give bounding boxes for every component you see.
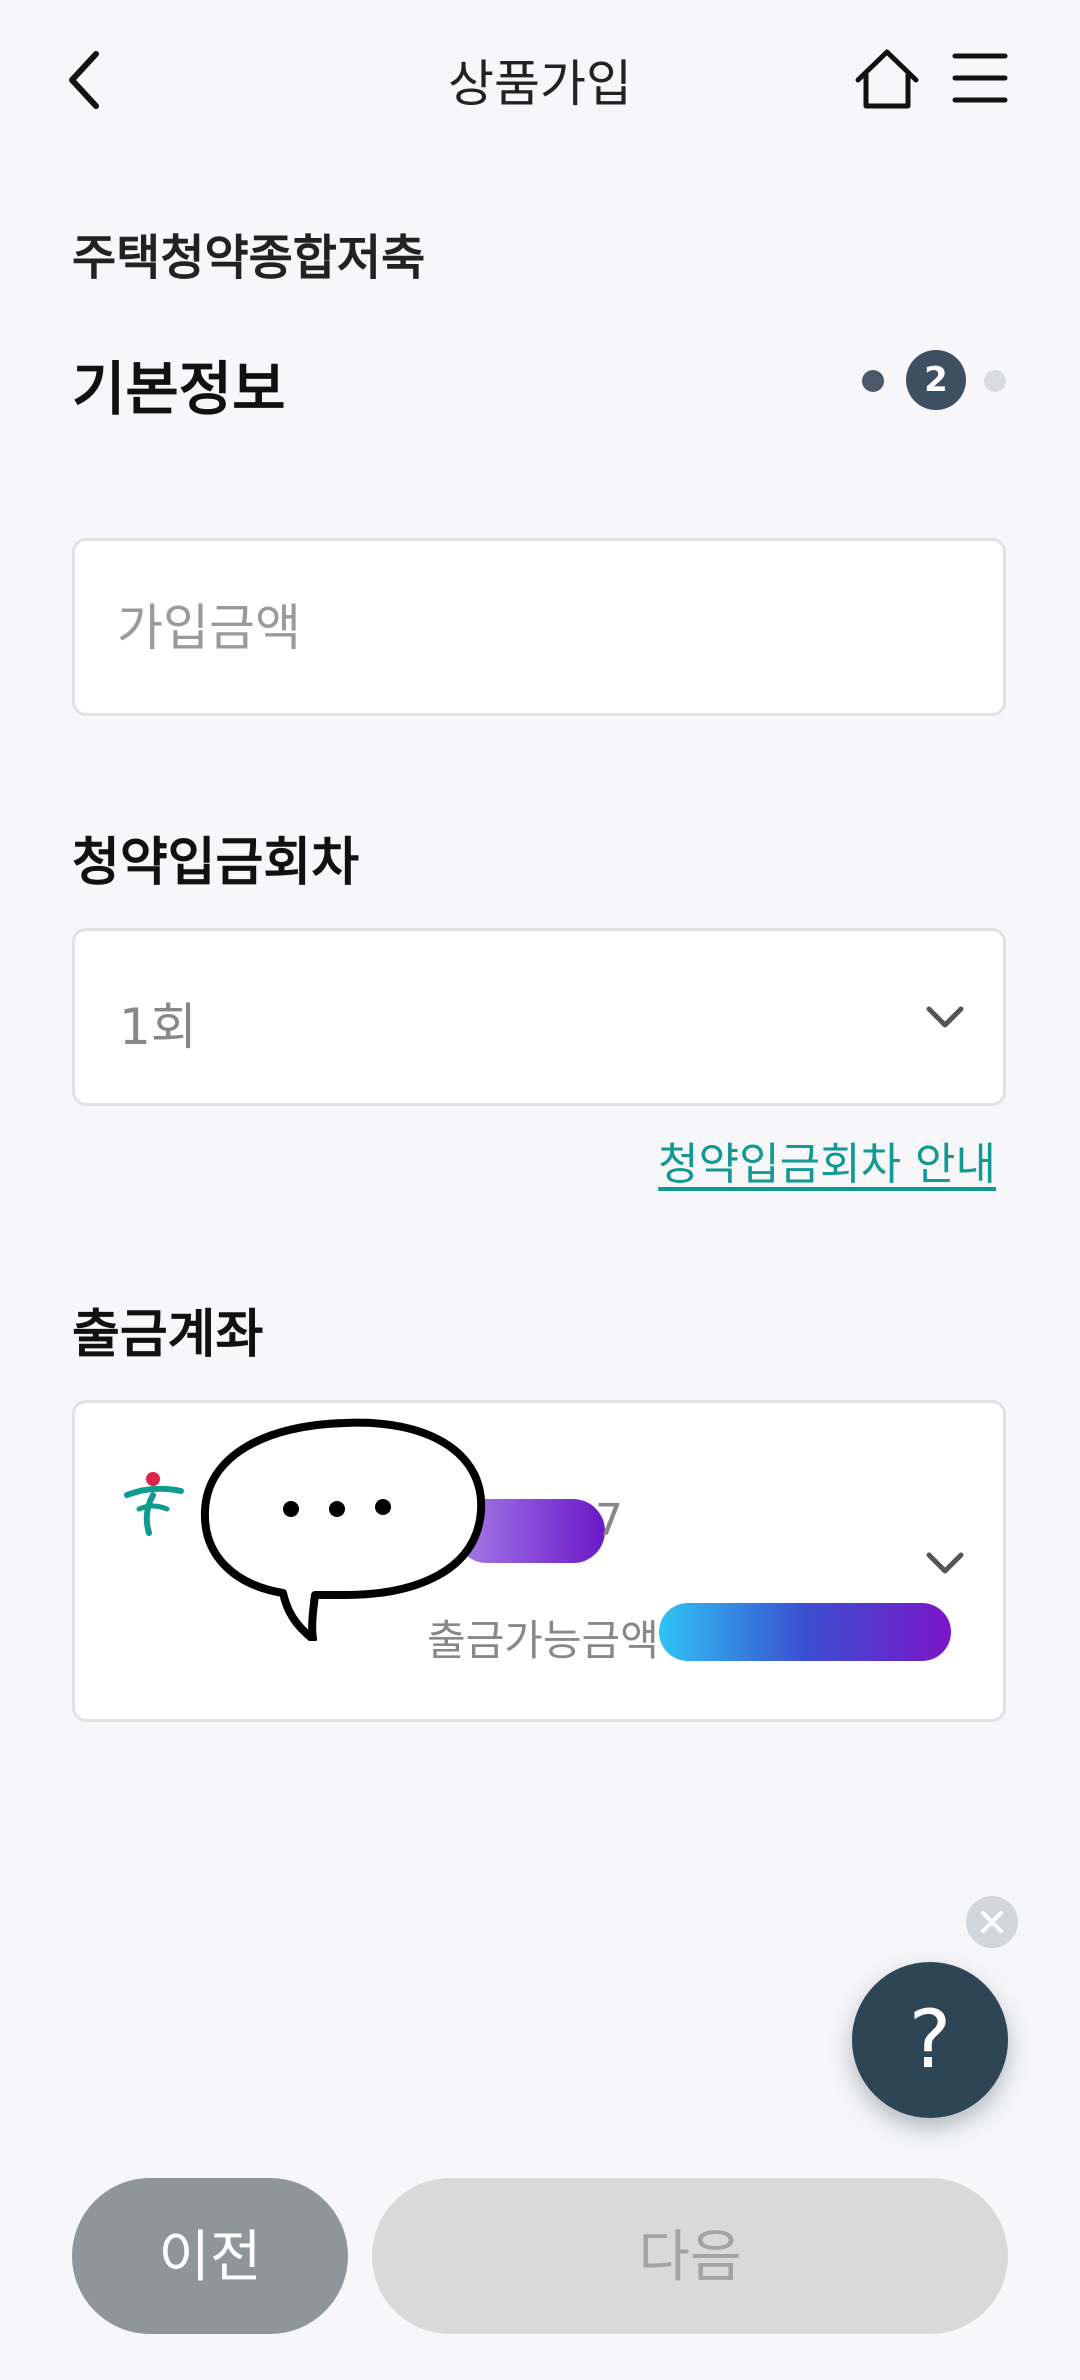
withdrawal-account-select[interactable]: 7 출금가능금액 [72,1400,1006,1722]
home-icon [855,49,919,109]
step-dot-1 [862,370,884,392]
product-name: 주택청약종합저축 [72,230,426,286]
step-indicator: 2 [862,350,1012,410]
amount-input[interactable] [115,541,959,715]
chevron-down-icon [926,1552,964,1574]
deposit-round-label: 청약입금회차 [72,833,360,893]
help-button[interactable]: ? [852,1962,1008,2118]
account-number-tail: 7 [595,1495,623,1546]
bank-logo-icon [124,1472,184,1536]
menu-icon [952,53,1008,103]
deposit-round-select[interactable]: 1회 [72,928,1006,1106]
chevron-down-icon [926,1006,964,1028]
next-button[interactable]: 다음 [372,2178,1008,2334]
step-dot-current: 2 [906,350,966,410]
deposit-round-guide-link[interactable]: 청약입금회차 안내 [658,1128,996,1192]
section-title: 기본정보 [72,355,286,423]
amount-field [72,538,1006,716]
home-button[interactable] [852,44,922,114]
menu-button[interactable] [950,48,1010,108]
close-icon [981,1911,1003,1933]
deposit-round-value: 1회 [119,998,197,1056]
available-balance-label: 출금가능금액 [427,1616,659,1665]
step-dot-3 [984,370,1006,392]
available-balance-redaction [659,1603,951,1661]
prev-button[interactable]: 이전 [72,2178,348,2334]
withdrawal-account-label: 출금계좌 [72,1305,264,1365]
close-help-button[interactable] [966,1896,1018,1948]
